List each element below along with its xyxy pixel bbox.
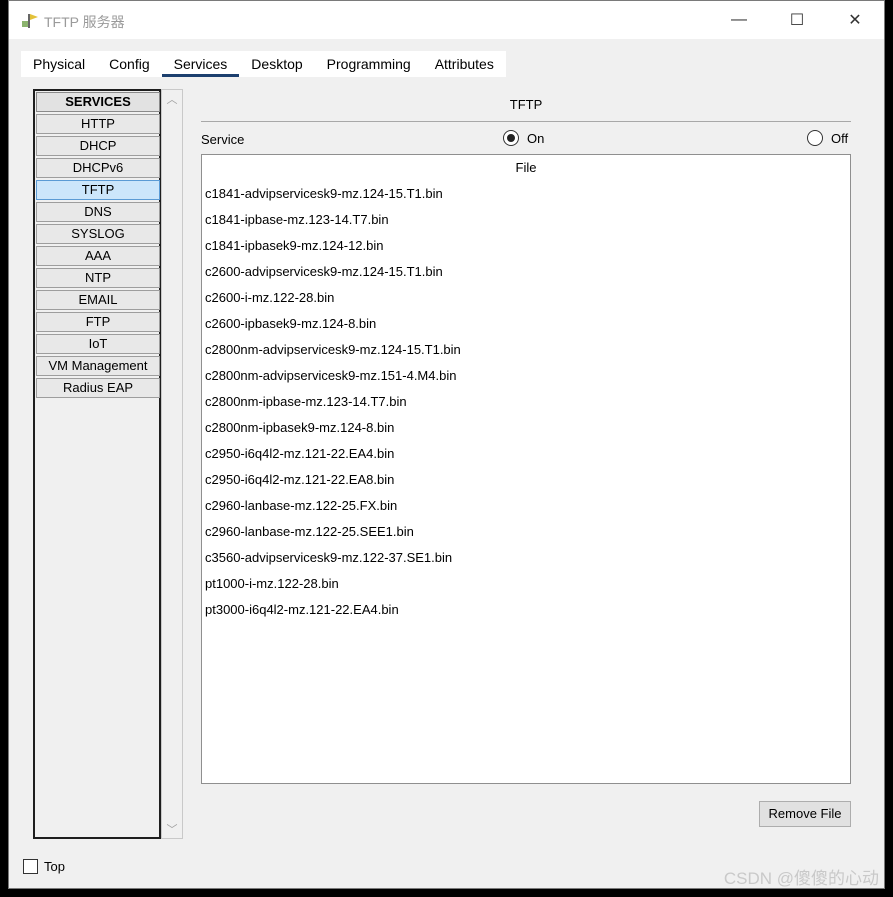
file-list-item[interactable]: c2960-lanbase-mz.122-25.FX.bin (202, 493, 850, 519)
page-title: TFTP (509, 97, 543, 112)
on-label: On (527, 130, 545, 146)
file-list-item[interactable]: c2800nm-ipbasek9-mz.124-8.bin (202, 415, 850, 441)
file-list[interactable]: File c1841-advipservicesk9-mz.124-15.T1.… (201, 154, 851, 784)
service-on-radio[interactable]: On (503, 130, 544, 146)
file-list-item[interactable]: c2950-i6q4l2-mz.121-22.EA8.bin (202, 467, 850, 493)
file-list-item[interactable]: c2950-i6q4l2-mz.121-22.EA4.bin (202, 441, 850, 467)
sidebar-item-vm-management[interactable]: VM Management (36, 356, 160, 376)
scroll-up-arrow-icon[interactable]: ︿ (162, 90, 182, 108)
file-list-item[interactable]: c3560-advipservicesk9-mz.122-37.SE1.bin (202, 545, 850, 571)
minimize-button[interactable]: — (710, 1, 768, 39)
tftp-server-window: TFTP 服务器 — ☐ ✕ Physical Config Services … (8, 0, 885, 889)
sidebar-item-dns[interactable]: DNS (36, 202, 160, 222)
service-label: Service (201, 132, 245, 147)
sidebar-item-iot[interactable]: IoT (36, 334, 160, 354)
file-list-item[interactable]: c2960-lanbase-mz.122-25.SEE1.bin (202, 519, 850, 545)
tab-services[interactable]: Services (161, 51, 240, 77)
file-list-item[interactable]: c2800nm-advipservicesk9-mz.124-15.T1.bin (202, 337, 850, 363)
tab-desktop[interactable]: Desktop (239, 51, 314, 77)
tab-programming[interactable]: Programming (315, 51, 423, 77)
tab-attributes[interactable]: Attributes (423, 51, 506, 77)
divider (201, 121, 851, 122)
top-label: Top (44, 859, 65, 874)
file-list-item[interactable]: c1841-ipbase-mz.123-14.T7.bin (202, 207, 850, 233)
top-checkbox[interactable]: Top (23, 859, 65, 874)
maximize-icon: ☐ (789, 12, 805, 29)
radio-unchecked-icon (807, 130, 823, 146)
tab-config[interactable]: Config (97, 51, 161, 77)
scroll-down-arrow-icon[interactable]: ﹀ (162, 820, 182, 838)
off-label: Off (831, 130, 849, 146)
sidebar-item-radius-eap[interactable]: Radius EAP (36, 378, 160, 398)
sidebar-item-dhcp[interactable]: DHCP (36, 136, 160, 156)
watermark: CSDN @傻傻的心动 (723, 869, 879, 888)
services-sidebar: SERVICES HTTP DHCP DHCPv6 TFTP DNS SYSLO… (33, 89, 161, 839)
sidebar-item-email[interactable]: EMAIL (36, 290, 160, 310)
close-button[interactable]: ✕ (826, 1, 884, 39)
services-panel: SERVICES HTTP DHCP DHCPv6 TFTP DNS SYSLO… (21, 77, 880, 853)
close-icon: ✕ (848, 12, 862, 29)
sidebar-item-ntp[interactable]: NTP (36, 268, 160, 288)
radio-checked-icon (503, 130, 519, 146)
tftp-config-area: TFTP Service On Off File c1841-advipserv… (201, 89, 851, 839)
file-list-item[interactable]: c2800nm-ipbase-mz.123-14.T7.bin (202, 389, 850, 415)
checkbox-unchecked-icon[interactable] (23, 859, 38, 874)
file-list-item[interactable]: c2800nm-advipservicesk9-mz.151-4.M4.bin (202, 363, 850, 389)
file-list-item[interactable]: pt3000-i6q4l2-mz.121-22.EA4.bin (202, 597, 850, 623)
sidebar-scrollbar[interactable]: ︿ ﹀ (161, 89, 183, 839)
sidebar-item-http[interactable]: HTTP (36, 114, 160, 134)
maximize-button[interactable]: ☐ (768, 1, 826, 39)
sidebar-item-aaa[interactable]: AAA (36, 246, 160, 266)
file-list-item[interactable]: c2600-i-mz.122-28.bin (202, 285, 850, 311)
file-list-item[interactable]: c2600-ipbasek9-mz.124-8.bin (202, 311, 850, 337)
packet-tracer-app-icon (22, 14, 38, 28)
file-column-header: File (515, 160, 537, 175)
sidebar-item-tftp[interactable]: TFTP (36, 180, 160, 200)
file-list-item[interactable]: c1841-advipservicesk9-mz.124-15.T1.bin (202, 181, 850, 207)
minimize-icon: — (731, 11, 747, 28)
file-list-item[interactable]: pt1000-i-mz.122-28.bin (202, 571, 850, 597)
sidebar-header: SERVICES (36, 92, 160, 112)
window-content: Physical Config Services Desktop Program… (9, 39, 884, 888)
window-title: TFTP 服务器 (44, 14, 125, 30)
file-list-item[interactable]: c2600-advipservicesk9-mz.124-15.T1.bin (202, 259, 850, 285)
sidebar-item-dhcpv6[interactable]: DHCPv6 (36, 158, 160, 178)
file-list-item[interactable]: c1841-ipbasek9-mz.124-12.bin (202, 233, 850, 259)
remove-file-button[interactable]: Remove File (759, 801, 851, 827)
sidebar-item-syslog[interactable]: SYSLOG (36, 224, 160, 244)
title-bar[interactable]: TFTP 服务器 — ☐ ✕ (9, 1, 884, 39)
tab-bar: Physical Config Services Desktop Program… (21, 51, 506, 77)
sidebar-item-ftp[interactable]: FTP (36, 312, 160, 332)
tab-physical[interactable]: Physical (21, 51, 97, 77)
service-off-radio[interactable]: Off (807, 130, 848, 146)
